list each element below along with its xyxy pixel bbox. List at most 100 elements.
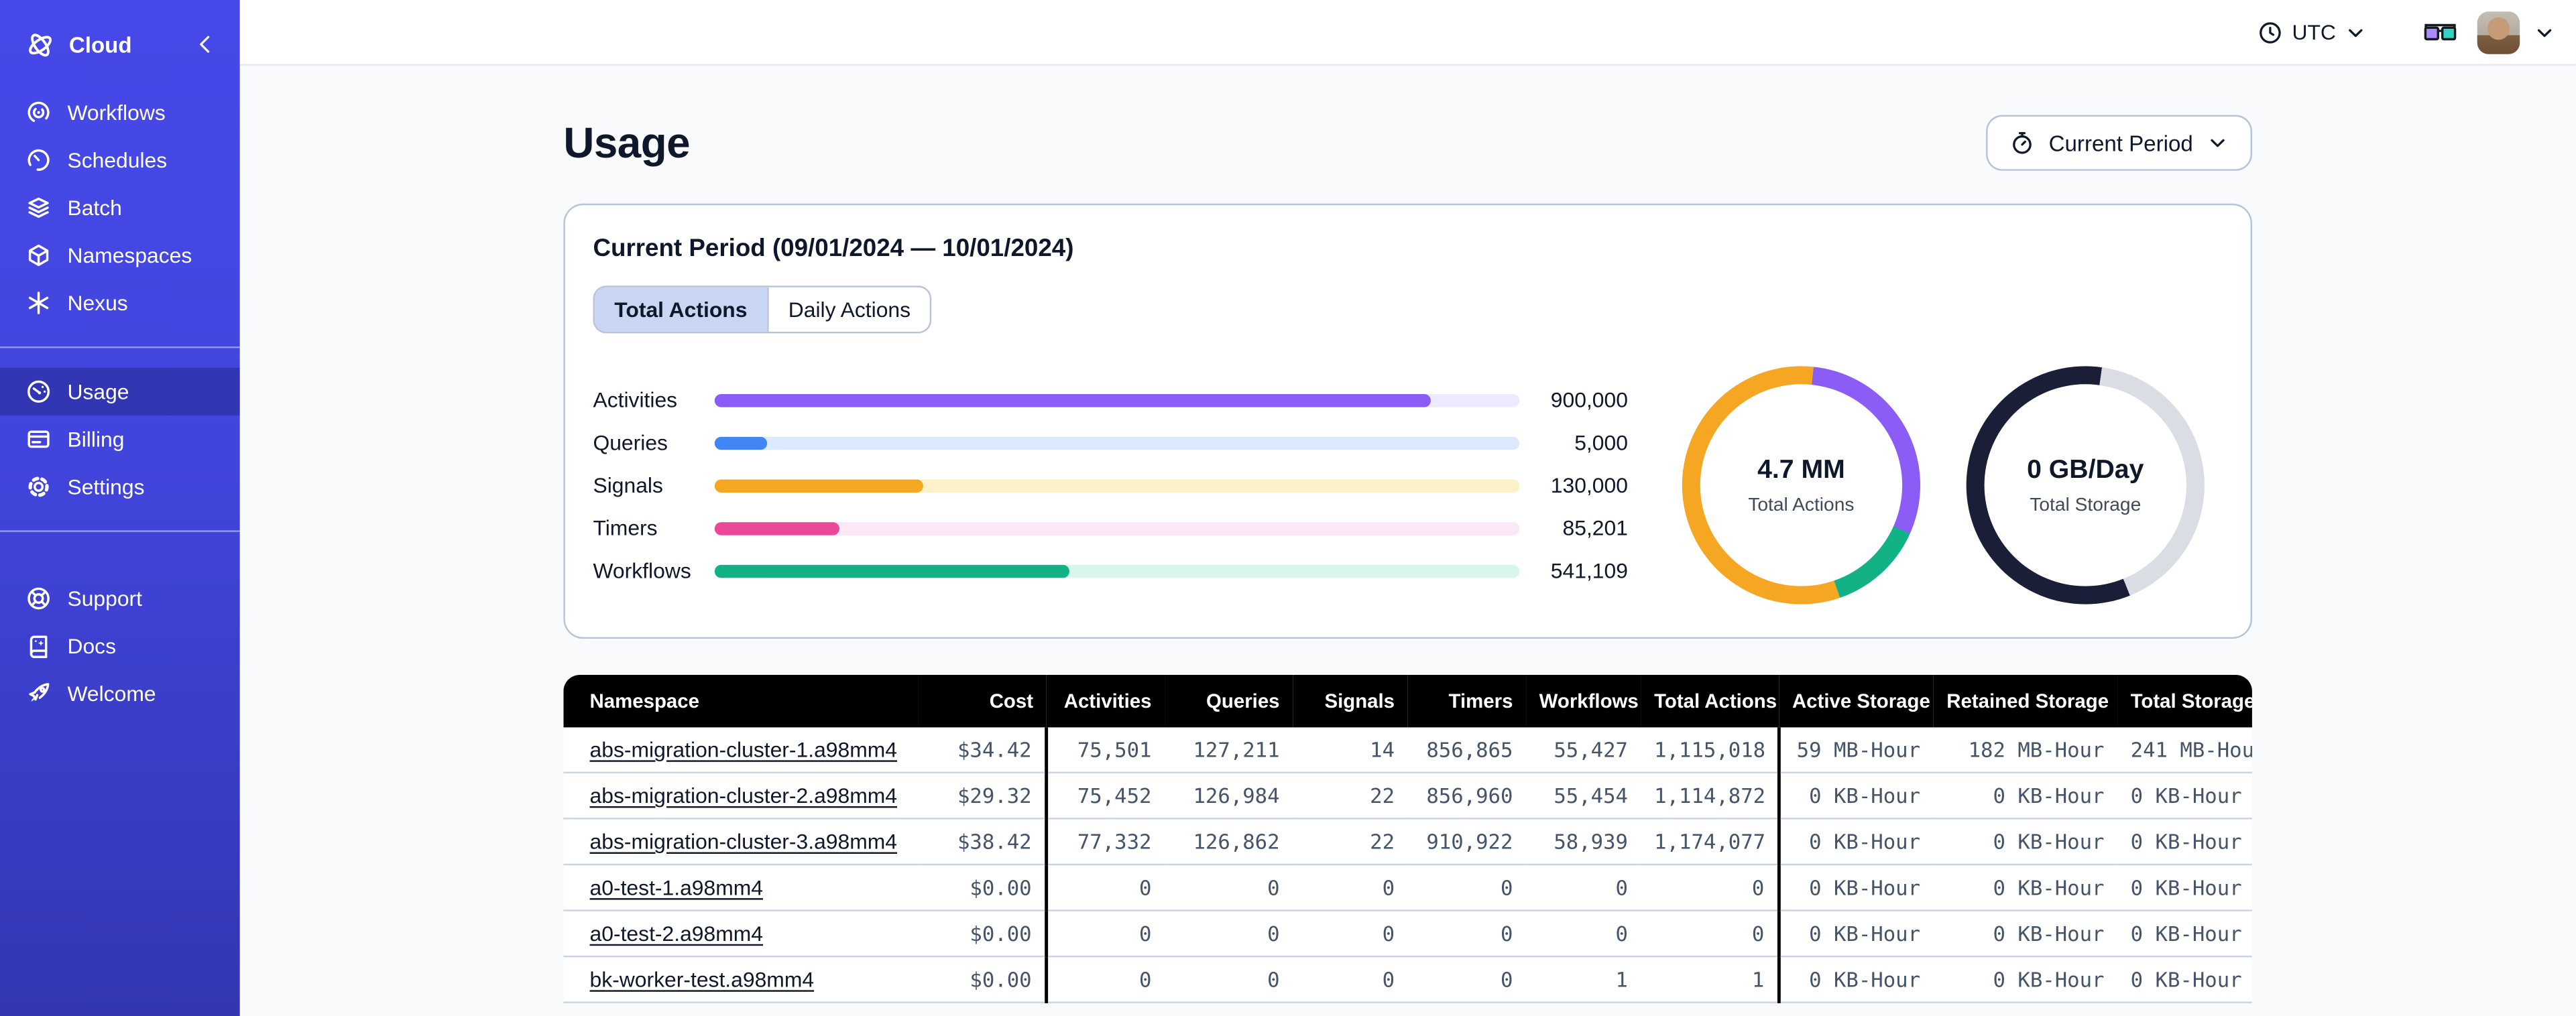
cell-queries: 0 [1165, 864, 1293, 911]
cell-activities: 77,332 [1045, 818, 1165, 866]
col-header-queries: Queries [1165, 674, 1293, 728]
namespaces-icon [25, 241, 53, 269]
cell-activities: 75,452 [1045, 772, 1165, 820]
user-avatar[interactable] [2477, 10, 2520, 54]
total-actions-value: 4.7 MM [1757, 455, 1845, 484]
usage-bar-row: Queries 5,000 [593, 421, 1628, 464]
billing-icon [25, 426, 53, 454]
total-storage-donut: 0 GB/Day Total Storage [1966, 366, 2205, 605]
namespace-link[interactable]: a0-test-1.a98mm4 [590, 875, 763, 900]
chevron-down-icon [2206, 131, 2229, 154]
cell-namespace: abs-migration-cluster-1.a98mm4 [563, 727, 919, 773]
sidebar-item-nexus[interactable]: Nexus [0, 279, 240, 327]
sidebar-item-label: Namespaces [67, 243, 192, 268]
cell-cost: $0.00 [918, 864, 1047, 911]
tab-daily-actions[interactable]: Daily Actions [766, 287, 931, 332]
cell-retained-storage: 0 KB-Hour [1933, 910, 2118, 958]
cell-namespace: abs-migration-cluster-3.a98mm4 [563, 818, 919, 866]
sidebar-item-support[interactable]: Support [0, 575, 240, 623]
glasses-icon[interactable] [2423, 21, 2457, 43]
table-row: abs-migration-cluster-1.a98mm4 $34.42 75,5… [563, 727, 2252, 773]
sidebar-nav-bottom: Support Docs Welcome [0, 575, 240, 718]
cell-total-actions: 1,115,018 [1641, 727, 1779, 773]
cell-active-storage: 0 KB-Hour [1777, 818, 1934, 866]
timezone-selector[interactable]: UTC [2258, 19, 2367, 45]
actions-tab-group: Total Actions Daily Actions [593, 285, 932, 334]
usage-card-title: Current Period (09/01/2024 — 10/01/2024) [593, 235, 1074, 263]
clock-icon [2258, 19, 2284, 45]
cell-workflows: 0 [1526, 910, 1641, 958]
table-row: a0-test-2.a98mm4 $0.00 0 0 0 0 0 0 0 KB-Hour 0 KB… [563, 910, 2252, 958]
namespace-link[interactable]: abs-migration-cluster-1.a98mm4 [590, 737, 897, 762]
brand-label: Cloud [68, 31, 132, 57]
docs-icon [25, 632, 53, 660]
namespace-link[interactable]: bk-worker-test.a98mm4 [590, 967, 815, 992]
cell-workflows: 58,939 [1526, 818, 1641, 866]
cell-timers: 0 [1407, 910, 1527, 958]
cell-timers: 856,865 [1407, 727, 1527, 773]
namespace-link[interactable]: abs-migration-cluster-3.a98mm4 [590, 829, 897, 854]
usage-bar-row: Activities 900,000 [593, 379, 1628, 422]
table-row: abs-migration-cluster-2.a98mm4 $29.32 75,4… [563, 772, 2252, 820]
sidebar-divider [0, 530, 240, 532]
sidebar-item-batch[interactable]: Batch [0, 184, 240, 231]
period-selector-button[interactable]: Current Period [1986, 115, 2252, 171]
cell-queries: 0 [1165, 910, 1293, 958]
cell-retained-storage: 0 KB-Hour [1933, 864, 2118, 911]
cell-activities: 0 [1045, 910, 1165, 958]
sidebar-item-label: Nexus [67, 290, 128, 316]
usage-bar-row: Signals 130,000 [593, 464, 1628, 507]
app-root: Cloud Workflows Schedules Batch Namespaces N… [0, 0, 2576, 1016]
chevron-down-icon[interactable] [2533, 21, 2556, 44]
total-actions-label: Total Actions [1748, 495, 1855, 515]
namespace-link[interactable]: abs-migration-cluster-2.a98mm4 [590, 783, 897, 808]
sidebar-item-welcome[interactable]: Welcome [0, 670, 240, 718]
cell-workflows: 55,454 [1526, 772, 1641, 820]
sidebar-item-label: Settings [67, 474, 145, 499]
sidebar-item-label: Billing [67, 427, 125, 452]
sidebar-item-label: Workflows [67, 100, 166, 125]
temporal-logo [25, 29, 56, 60]
sidebar-item-namespaces[interactable]: Namespaces [0, 231, 240, 279]
table-header-row: Namespace Cost Activities Queries Signals Tim… [563, 674, 2252, 728]
sidebar-item-schedules[interactable]: Schedules [0, 136, 240, 184]
bar-category-label: Workflows [593, 558, 691, 583]
sidebar-item-docs[interactable]: Docs [0, 623, 240, 670]
cell-total-actions: 1,174,077 [1641, 818, 1779, 866]
namespace-usage-table: Namespace Cost Activities Queries Signals Tim… [563, 674, 2252, 1003]
namespace-link[interactable]: a0-test-2.a98mm4 [590, 921, 763, 946]
cell-signals: 14 [1293, 727, 1408, 773]
support-icon [25, 584, 53, 613]
welcome-icon [25, 680, 53, 708]
cell-namespace: abs-migration-cluster-2.a98mm4 [563, 772, 919, 820]
content: Usage Current Period Current Period (09/… [240, 66, 2576, 1003]
sidebar-item-settings[interactable]: Settings [0, 463, 240, 511]
bar-value: 5,000 [1574, 430, 1628, 455]
sidebar-item-usage[interactable]: Usage [0, 367, 240, 416]
col-header-workflows: Workflows [1526, 674, 1641, 728]
cell-retained-storage: 182 MB-Hour [1933, 727, 2118, 773]
cell-active-storage: 0 KB-Hour [1777, 772, 1934, 820]
cell-signals: 0 [1293, 910, 1408, 958]
usage-bar-row: Timers 85,201 [593, 507, 1628, 550]
cell-total-actions: 0 [1641, 910, 1779, 958]
sidebar-nav-account: Usage Billing Settings [0, 367, 240, 511]
bar-track [714, 393, 1520, 407]
batch-icon [25, 194, 53, 222]
col-header-cost: Cost [918, 674, 1047, 728]
cell-cost: $0.00 [918, 956, 1047, 1003]
chevron-down-icon [2344, 21, 2367, 44]
chevron-left-icon[interactable] [192, 31, 219, 58]
cell-total-actions: 0 [1641, 864, 1779, 911]
sidebar-item-label: Support [67, 586, 143, 611]
bar-value: 541,109 [1550, 558, 1628, 583]
cell-retained-storage: 0 KB-Hour [1933, 818, 2118, 866]
cell-cost: $34.42 [918, 727, 1047, 773]
tab-total-actions[interactable]: Total Actions [594, 287, 767, 332]
page-title: Usage [563, 117, 691, 167]
cell-namespace: a0-test-1.a98mm4 [563, 864, 919, 911]
sidebar-item-workflows[interactable]: Workflows [0, 88, 240, 136]
period-selector-label: Current Period [2048, 130, 2193, 155]
cell-total-storage: 0 KB-Hour [2117, 772, 2252, 820]
sidebar-item-billing[interactable]: Billing [0, 416, 240, 463]
